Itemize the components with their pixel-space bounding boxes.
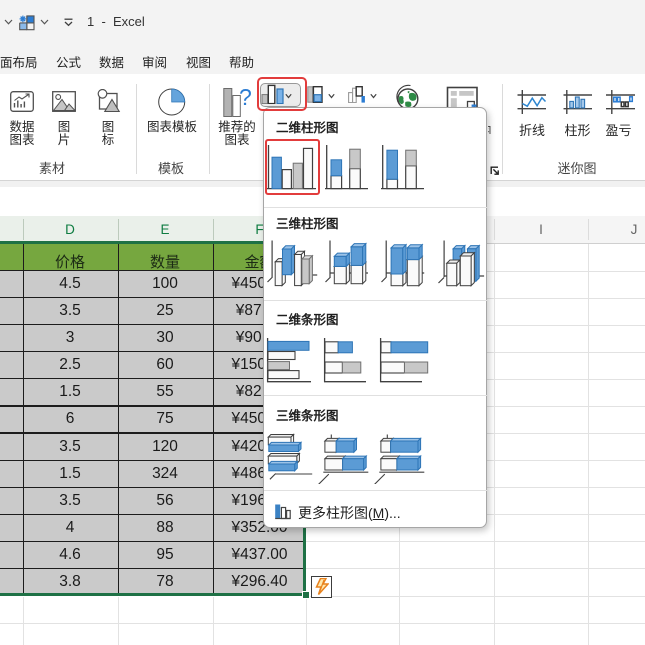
svg-text:?: ? bbox=[239, 87, 252, 110]
